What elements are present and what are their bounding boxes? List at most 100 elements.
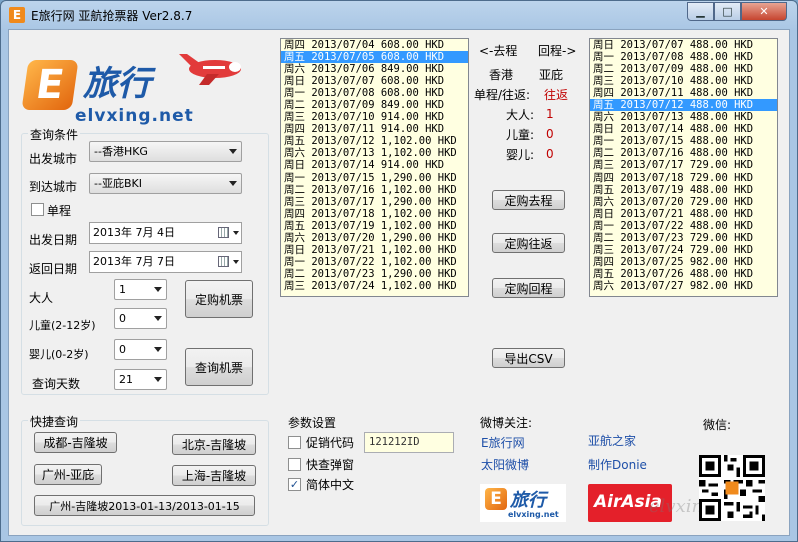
adult-select[interactable]: 1 bbox=[114, 279, 167, 300]
chinese-label: 简体中文 bbox=[306, 478, 355, 492]
outbound-row[interactable]: 周六 2013/07/20 1,290.00 HKD bbox=[281, 232, 468, 244]
outbound-row[interactable]: 周五 2013/07/05 608.00 HKD bbox=[281, 51, 468, 64]
logo-en-text: elvxing.net bbox=[75, 106, 194, 126]
days-value: 21 bbox=[119, 373, 133, 386]
outbound-header: <-去程 bbox=[479, 44, 518, 58]
chevron-down-icon bbox=[154, 316, 162, 321]
trip-type-value: 往返 bbox=[544, 88, 569, 102]
chevron-down-icon bbox=[233, 260, 239, 264]
chevron-down-icon bbox=[233, 231, 239, 235]
promo-checkbox[interactable] bbox=[288, 436, 301, 449]
child-label: 儿童(2-12岁) bbox=[29, 319, 96, 332]
weibo-link-airasia-home[interactable]: 亚航之家 bbox=[588, 432, 636, 449]
return-row[interactable]: 周一 2013/07/08 488.00 HKD bbox=[590, 51, 777, 63]
return-flight-list[interactable]: 周日 2013/07/07 488.00 HKD 周一 2013/07/08 48… bbox=[589, 38, 778, 297]
app-icon: E bbox=[9, 7, 25, 23]
book-roundtrip-button[interactable]: 定购往返 bbox=[492, 233, 565, 253]
return-date-picker[interactable]: 2013年 7月 7日 bbox=[89, 251, 242, 273]
settings-title: 参数设置 bbox=[288, 416, 337, 430]
outbound-flight-list[interactable]: 周四 2013/07/04 608.00 HKD 周五 2013/07/05 60… bbox=[280, 38, 469, 297]
return-row[interactable]: 周六 2013/07/13 488.00 HKD bbox=[590, 111, 777, 123]
minimize-button[interactable]: ▁ bbox=[687, 2, 714, 21]
return-row[interactable]: 周日 2013/07/21 488.00 HKD bbox=[590, 208, 777, 220]
quick-shanghai-kl-button[interactable]: 上海-吉隆坡 bbox=[172, 465, 256, 486]
child-select[interactable]: 0 bbox=[114, 308, 167, 329]
return-row[interactable]: 周六 2013/07/20 729.00 HKD bbox=[590, 196, 777, 208]
outbound-row[interactable]: 周二 2013/07/23 1,290.00 HKD bbox=[281, 268, 468, 280]
maximize-button[interactable]: □ bbox=[714, 2, 741, 21]
return-row[interactable]: 周四 2013/07/18 729.00 HKD bbox=[590, 172, 777, 184]
quick-chengdu-kl-button[interactable]: 成都-吉隆坡 bbox=[34, 432, 117, 453]
query-group-title: 查询条件 bbox=[28, 126, 81, 143]
outbound-row[interactable]: 周一 2013/07/22 1,102.00 HKD bbox=[281, 256, 468, 268]
popup-checkbox[interactable] bbox=[288, 458, 301, 471]
infant-select[interactable]: 0 bbox=[114, 339, 167, 360]
weibo-title: 微博关注: bbox=[480, 416, 533, 430]
return-row[interactable]: 周五 2013/07/12 488.00 HKD bbox=[590, 99, 777, 112]
return-row[interactable]: 周二 2013/07/09 488.00 HKD bbox=[590, 63, 777, 75]
outbound-row[interactable]: 周一 2013/07/08 608.00 HKD bbox=[281, 87, 468, 99]
outbound-row[interactable]: 周三 2013/07/17 1,290.00 HKD bbox=[281, 196, 468, 208]
elvxing-small-logo[interactable]: E 旅行 elvxing.net bbox=[480, 484, 566, 522]
return-row[interactable]: 周三 2013/07/17 729.00 HKD bbox=[590, 159, 777, 171]
oneway-checkbox[interactable] bbox=[31, 203, 44, 216]
return-row[interactable]: 周三 2013/07/24 729.00 HKD bbox=[590, 244, 777, 256]
depart-date-picker[interactable]: 2013年 7月 4日 bbox=[89, 222, 242, 244]
summary-adult-value: 1 bbox=[546, 107, 554, 121]
outbound-row[interactable]: 周日 2013/07/21 1,102.00 HKD bbox=[281, 244, 468, 256]
export-csv-button[interactable]: 导出CSV bbox=[492, 348, 565, 368]
small-logo-en: elvxing.net bbox=[508, 510, 559, 519]
return-row[interactable]: 周二 2013/07/16 488.00 HKD bbox=[590, 147, 777, 159]
chinese-checkbox[interactable]: ✓ bbox=[288, 478, 301, 491]
weibo-link-elvxing[interactable]: E旅行网 bbox=[481, 434, 525, 451]
window-title: E旅行网 亚航抢票器 Ver2.8.7 bbox=[31, 9, 193, 23]
from-city-summary: 香港 bbox=[489, 68, 514, 82]
quick-guangzhou-bki-button[interactable]: 广州-亚庇 bbox=[34, 464, 102, 485]
book-ticket-button[interactable]: 定购机票 bbox=[185, 280, 253, 318]
return-row[interactable]: 周一 2013/07/15 488.00 HKD bbox=[590, 135, 777, 147]
outbound-row[interactable]: 周三 2013/07/10 914.00 HKD bbox=[281, 111, 468, 123]
outbound-row[interactable]: 周四 2013/07/04 608.00 HKD bbox=[281, 39, 468, 51]
return-row[interactable]: 周日 2013/07/07 488.00 HKD bbox=[590, 39, 777, 51]
return-row[interactable]: 周一 2013/07/22 488.00 HKD bbox=[590, 220, 777, 232]
days-select[interactable]: 21 bbox=[114, 369, 167, 390]
outbound-row[interactable]: 周四 2013/07/11 914.00 HKD bbox=[281, 123, 468, 135]
outbound-row[interactable]: 周五 2013/07/19 1,102.00 HKD bbox=[281, 220, 468, 232]
outbound-row[interactable]: 周日 2013/07/14 914.00 HKD bbox=[281, 159, 468, 171]
to-city-select[interactable]: --亚庇BKI bbox=[89, 173, 242, 194]
close-button[interactable]: ✕ bbox=[741, 2, 787, 21]
depart-date-value: 2013年 7月 4日 bbox=[93, 226, 175, 239]
summary-adult-label: 大人: bbox=[506, 108, 535, 122]
return-row[interactable]: 周四 2013/07/25 982.00 HKD bbox=[590, 256, 777, 268]
airplane-icon bbox=[179, 54, 241, 85]
outbound-row[interactable]: 周二 2013/07/09 849.00 HKD bbox=[281, 99, 468, 111]
outbound-row[interactable]: 周四 2013/07/18 1,102.00 HKD bbox=[281, 208, 468, 220]
trip-type-label: 单程/往返: bbox=[474, 88, 531, 102]
search-ticket-button[interactable]: 查询机票 bbox=[185, 348, 253, 386]
from-city-select[interactable]: --香港HKG bbox=[89, 141, 242, 162]
quick-beijing-kl-button[interactable]: 北京-吉隆坡 bbox=[172, 434, 256, 455]
outbound-row[interactable]: 周五 2013/07/12 1,102.00 HKD bbox=[281, 135, 468, 147]
return-row[interactable]: 周日 2013/07/14 488.00 HKD bbox=[590, 123, 777, 135]
return-row[interactable]: 周五 2013/07/26 488.00 HKD bbox=[590, 268, 777, 280]
outbound-row[interactable]: 周六 2013/07/06 849.00 HKD bbox=[281, 63, 468, 75]
outbound-row[interactable]: 周二 2013/07/16 1,102.00 HKD bbox=[281, 184, 468, 196]
book-outbound-button[interactable]: 定购去程 bbox=[492, 190, 565, 210]
outbound-row[interactable]: 周三 2013/07/24 1,102.00 HKD bbox=[281, 280, 468, 292]
return-row[interactable]: 周三 2013/07/10 488.00 HKD bbox=[590, 75, 777, 87]
outbound-row[interactable]: 周六 2013/07/13 1,102.00 HKD bbox=[281, 147, 468, 159]
quick-guangzhou-kl-dates-button[interactable]: 广州-吉隆坡2013-01-13/2013-01-15 bbox=[34, 495, 255, 516]
child-value: 0 bbox=[119, 312, 126, 325]
promo-code-input[interactable]: 121212ID bbox=[364, 432, 454, 453]
weibo-link-taiyang[interactable]: 太阳微博 bbox=[481, 456, 529, 473]
book-return-button[interactable]: 定购回程 bbox=[492, 278, 565, 298]
outbound-row[interactable]: 周日 2013/07/07 608.00 HKD bbox=[281, 75, 468, 87]
oneway-label: 单程 bbox=[47, 204, 72, 218]
return-row[interactable]: 周二 2013/07/23 729.00 HKD bbox=[590, 232, 777, 244]
return-row[interactable]: 周五 2013/07/19 488.00 HKD bbox=[590, 184, 777, 196]
outbound-row[interactable]: 周一 2013/07/15 1,290.00 HKD bbox=[281, 172, 468, 184]
return-row[interactable]: 周六 2013/07/27 982.00 HKD bbox=[590, 280, 777, 292]
weibo-link-donie[interactable]: 制作Donie bbox=[588, 456, 647, 473]
return-row[interactable]: 周四 2013/07/11 488.00 HKD bbox=[590, 87, 777, 99]
summary-child-value: 0 bbox=[546, 127, 554, 141]
